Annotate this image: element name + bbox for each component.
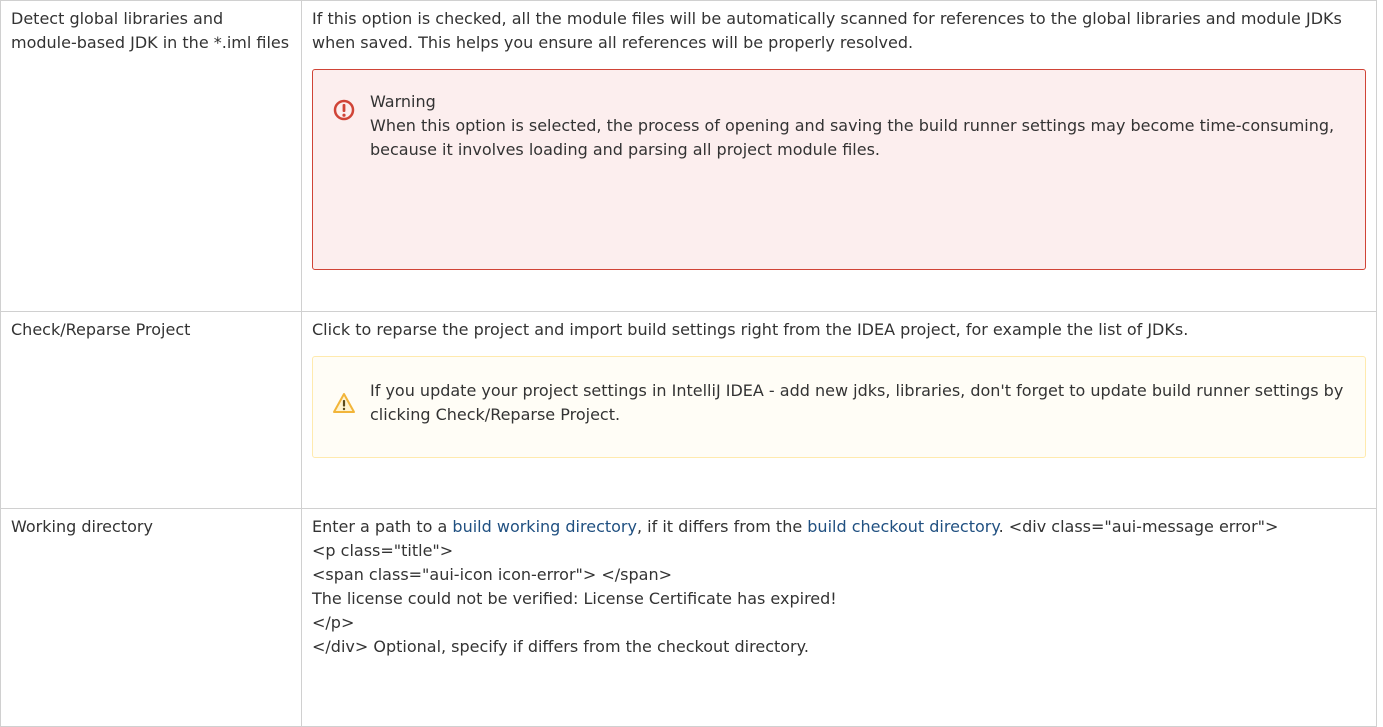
option-description: If this option is checked, all the modul… xyxy=(312,9,1342,52)
table-row: Detect global libraries and module-based… xyxy=(0,0,1377,312)
description-text-mid: , if it differs from the xyxy=(636,517,808,536)
option-description: Click to reparse the project and import … xyxy=(312,320,1189,339)
raw-line: <span class="aui-icon icon-error"> </spa… xyxy=(312,565,673,584)
error-icon xyxy=(332,98,356,122)
option-name: Working directory xyxy=(11,517,153,536)
description-text-pre: Enter a path to a xyxy=(312,517,453,536)
raw-line: </p> xyxy=(312,613,355,632)
raw-line: </div> Optional, specify if differs from… xyxy=(312,637,809,656)
table-row: Working directory Enter a path to a buil… xyxy=(0,508,1377,727)
message-title: Warning xyxy=(370,92,436,111)
error-message: Warning When this option is selected, th… xyxy=(312,69,1366,270)
message-body: When this option is selected, the proces… xyxy=(370,116,1335,159)
raw-line: The license could not be verified: Licen… xyxy=(312,589,837,608)
settings-table: Detect global libraries and module-based… xyxy=(0,0,1377,727)
description-text-post: . <div class="aui-message error"> xyxy=(998,517,1279,536)
option-description-cell: If this option is checked, all the modul… xyxy=(301,0,1377,312)
raw-line: <p class="title"> xyxy=(312,541,454,560)
build-checkout-directory-link[interactable]: build checkout directory xyxy=(807,517,998,536)
build-working-directory-link[interactable]: build working directory xyxy=(452,517,637,536)
option-name: Detect global libraries and module-based… xyxy=(11,9,290,52)
option-name-cell: Detect global libraries and module-based… xyxy=(0,0,302,312)
warning-message: If you update your project settings in I… xyxy=(312,356,1366,458)
message-body: If you update your project settings in I… xyxy=(370,381,1344,424)
table-row: Check/Reparse Project Click to reparse t… xyxy=(0,311,1377,509)
option-description-cell: Click to reparse the project and import … xyxy=(301,311,1377,509)
option-name-cell: Working directory xyxy=(0,508,302,727)
option-name-cell: Check/Reparse Project xyxy=(0,311,302,509)
option-name: Check/Reparse Project xyxy=(11,320,191,339)
warning-icon xyxy=(332,391,356,415)
option-description-cell: Enter a path to a build working director… xyxy=(301,508,1377,727)
